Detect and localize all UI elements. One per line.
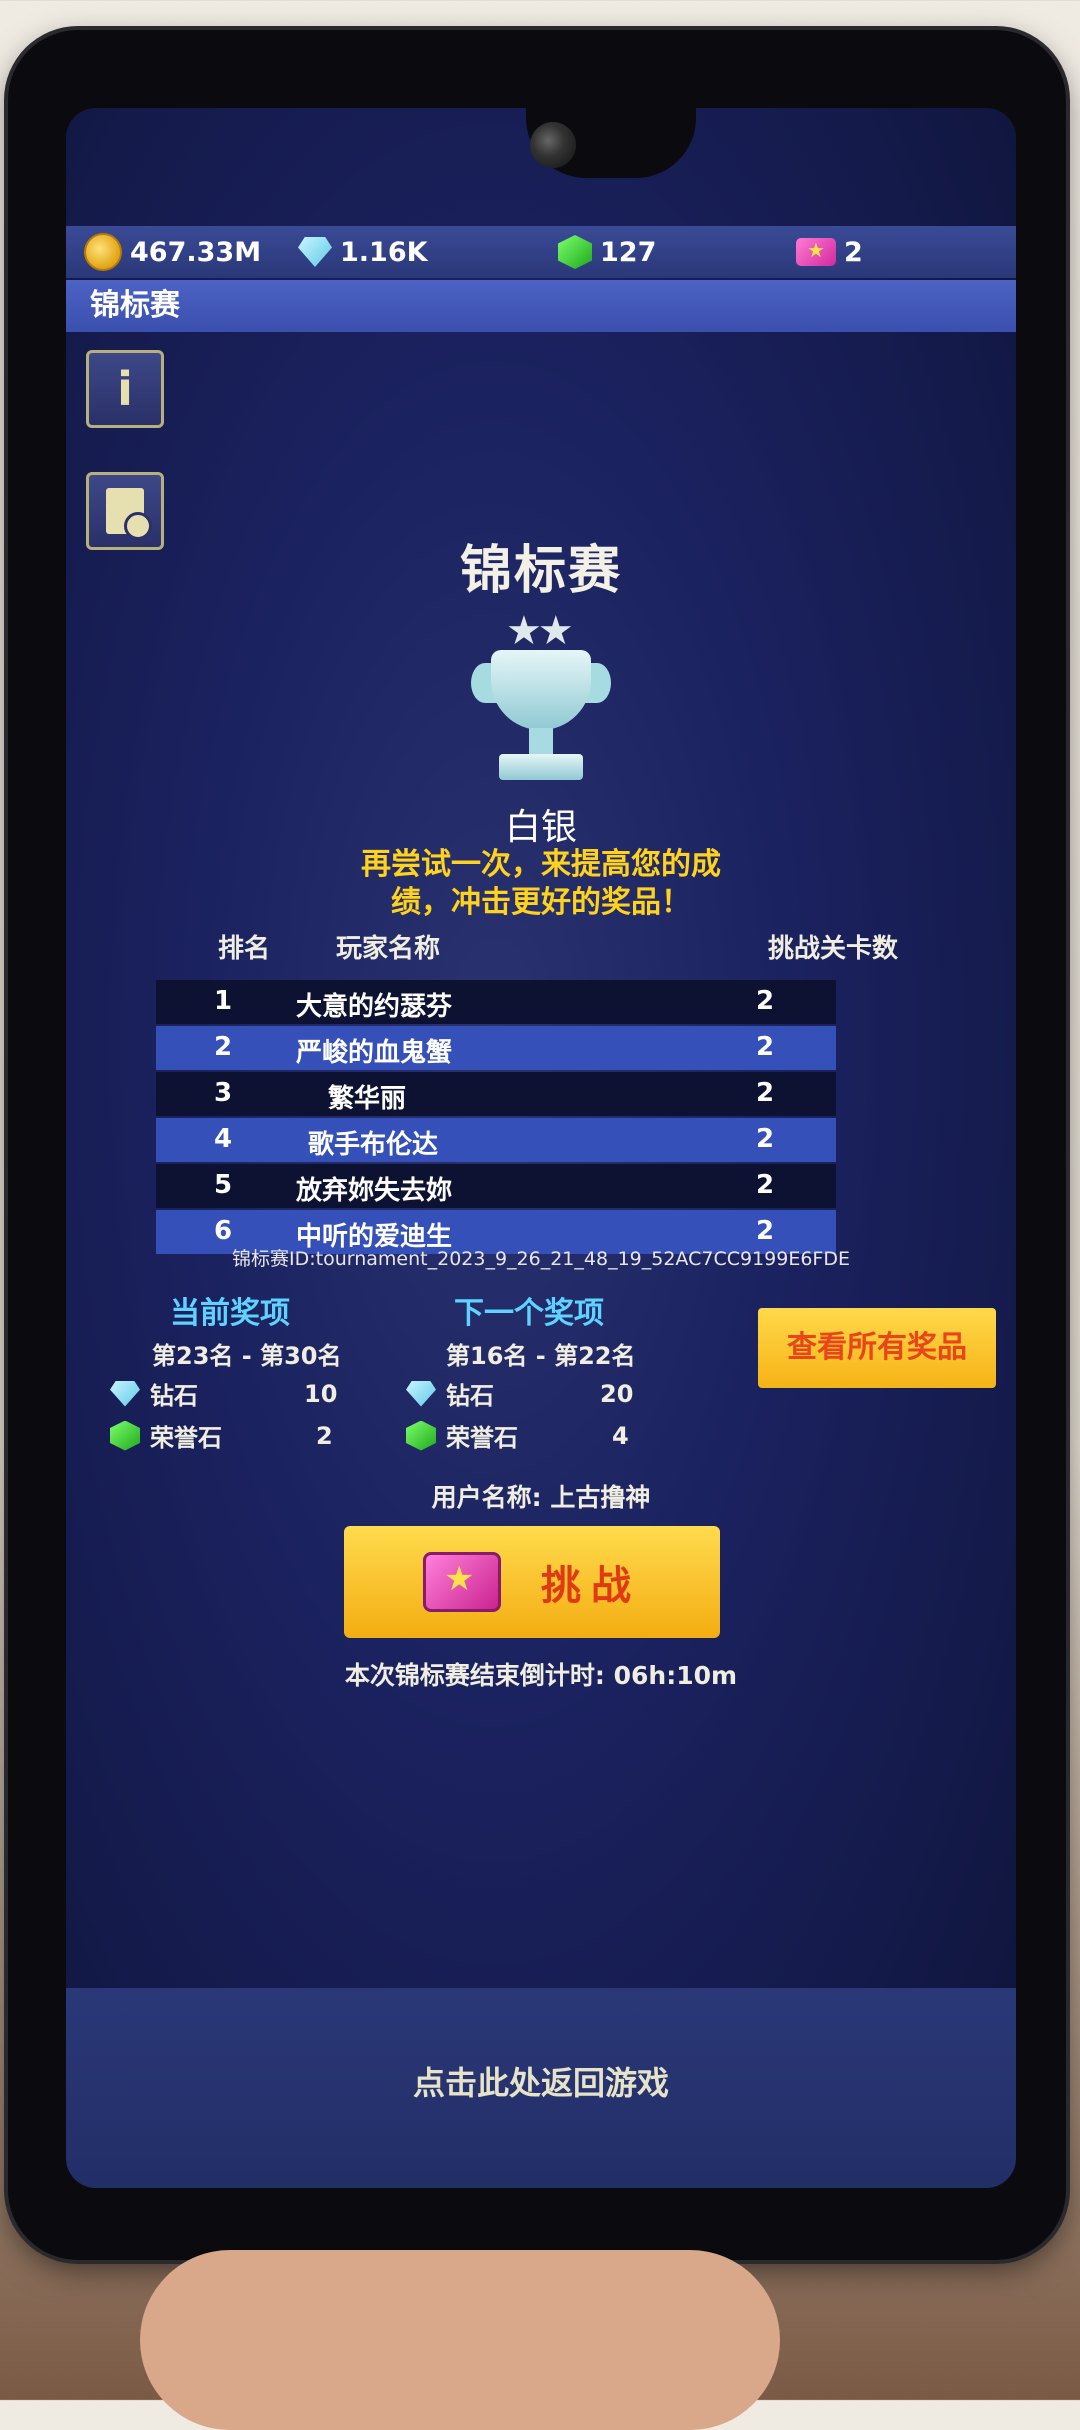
- holding-thumb: [140, 2250, 780, 2430]
- ticket-counter: 2: [796, 237, 863, 268]
- info-button[interactable]: i: [86, 350, 164, 428]
- countdown-timer: 本次锦标赛结束倒计时: 06h:10m: [344, 1661, 738, 1690]
- diamond-counter: 1.16K: [298, 237, 428, 268]
- game-screen: 467.33M 1.16K 127 2 锦标赛 i 锦标赛 ★★: [66, 108, 1016, 2188]
- info-icon: i: [117, 362, 133, 416]
- current-diamond-prize: 钻石 10: [110, 1376, 350, 1411]
- tournament-title: 锦标赛: [459, 541, 622, 601]
- tournament-id: 锦标赛ID:tournament_2023_9_26_21_48_19_52AC…: [232, 1248, 850, 1270]
- honor-stone-icon: [110, 1420, 140, 1451]
- diamond-amount: 1.16K: [340, 236, 428, 268]
- diamond-icon: [298, 237, 332, 267]
- table-row: 3 繁华丽 2: [156, 1072, 836, 1116]
- gold-coin-icon: [84, 233, 122, 271]
- current-prize-title: 当前奖项: [170, 1296, 290, 1331]
- current-prize-range: 第23名 - 第30名: [152, 1342, 342, 1370]
- view-all-prizes-button[interactable]: 查看所有奖品: [758, 1308, 996, 1388]
- table-row: 5 放弃妳失去妳 2: [156, 1164, 836, 1208]
- col-player-header: 玩家名称: [336, 934, 441, 964]
- col-rank-header: 排名: [218, 934, 271, 964]
- gold-amount: 467.33M: [130, 236, 262, 268]
- front-camera: [530, 122, 576, 168]
- col-levels-header: 挑战关卡数: [768, 934, 899, 964]
- next-honor-prize: 荣誉石 4: [406, 1418, 646, 1453]
- return-to-game-button[interactable]: 点击此处返回游戏: [66, 2058, 1016, 2104]
- trophy-stars-icon: ★★: [506, 608, 574, 654]
- table-row: 1 大意的约瑟芬 2: [156, 980, 836, 1024]
- current-honor-prize: 荣誉石 2: [110, 1418, 350, 1453]
- gold-counter: 467.33M: [84, 233, 261, 271]
- encourage-message: 再尝试一次，来提高您的成 绩，冲击更好的奖品！: [361, 847, 721, 920]
- next-prize-range: 第16名 - 第22名: [446, 1342, 636, 1370]
- diamond-icon: [110, 1380, 140, 1407]
- honor-stone-icon: [558, 235, 592, 269]
- next-diamond-prize: 钻石 20: [406, 1376, 646, 1411]
- phone-frame: 467.33M 1.16K 127 2 锦标赛 i 锦标赛 ★★: [8, 30, 1066, 2260]
- honor-amount: 127: [600, 236, 657, 268]
- table-row: 4 歌手布伦达 2: [156, 1118, 836, 1162]
- honor-counter: 127: [558, 235, 656, 269]
- ticket-amount: 2: [844, 236, 863, 268]
- table-row: 2 严峻的血鬼蟹 2: [156, 1026, 836, 1070]
- silver-trophy-icon: ★★: [471, 608, 611, 788]
- honor-stone-icon: [406, 1420, 436, 1451]
- ticket-icon: [423, 1552, 501, 1612]
- diamond-icon: [406, 1380, 436, 1407]
- ticket-icon: [796, 238, 836, 266]
- currency-bar: 467.33M 1.16K 127 2: [66, 226, 1016, 278]
- challenge-button[interactable]: 挑战: [344, 1526, 720, 1638]
- next-prize-title: 下一个奖项: [454, 1296, 604, 1331]
- challenge-label: 挑战: [541, 1563, 641, 1609]
- league-rank-name: 白银: [504, 807, 577, 848]
- username-line: 用户名称: 上古撸神: [431, 1483, 651, 1512]
- header-title: 锦标赛: [66, 280, 1016, 332]
